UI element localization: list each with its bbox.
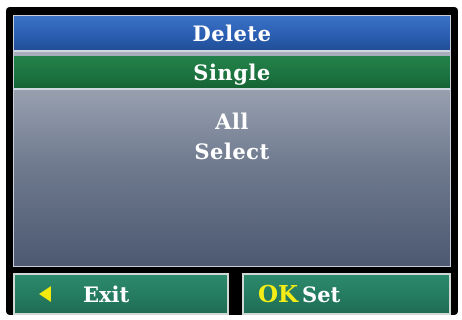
menu-title: Delete xyxy=(192,20,272,46)
menu-title-bar: Delete xyxy=(14,16,450,52)
menu-item-label: Single xyxy=(193,59,271,85)
menu-item-label: All xyxy=(215,108,249,134)
left-arrow-icon xyxy=(39,286,51,302)
ok-set-button[interactable]: OK Set xyxy=(242,273,451,315)
device-screen: Delete Single All Select Exit OK Set xyxy=(6,7,458,315)
menu-item-single[interactable]: Single xyxy=(14,56,450,90)
exit-label: Exit xyxy=(83,281,130,307)
menu-item-all[interactable]: All xyxy=(14,108,450,134)
menu-item-label: Select xyxy=(194,138,270,164)
ok-key-label: OK xyxy=(258,280,299,308)
set-label: Set xyxy=(302,281,341,307)
menu-item-select[interactable]: Select xyxy=(14,138,450,164)
exit-button[interactable]: Exit xyxy=(13,273,229,315)
delete-menu-panel: Delete Single All Select xyxy=(13,15,451,267)
